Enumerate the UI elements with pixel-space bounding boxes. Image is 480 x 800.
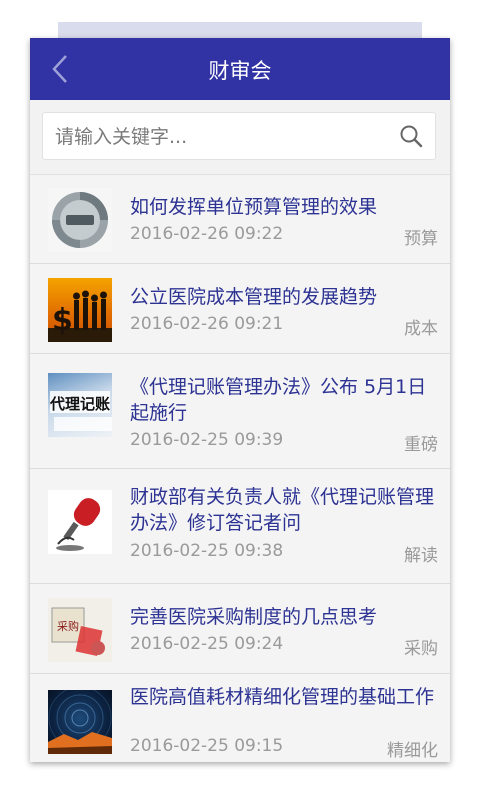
article-tag: 重磅 [404,435,438,455]
list-item[interactable]: $ 公立医院成本管理的发展趋势 2016-02-26 09:21 成本 [30,264,450,354]
article-list: 如何发挥单位预算管理的效果 2016-02-26 09:22 预算 $ 公立医院… [30,175,450,762]
article-title[interactable]: 医院高值耗材精细化管理的基础工作 [130,684,438,710]
article-tag: 解读 [404,546,438,566]
thumbnail-label: 采购 [57,619,79,633]
article-date: 2016-02-25 09:15 [130,736,284,756]
search-icon[interactable] [399,124,423,148]
svg-text:$: $ [52,303,73,338]
search-bar [30,100,450,175]
article-tag: 精细化 [387,741,438,761]
list-item[interactable]: 采购 完善医院采购制度的几点思考 2016-02-25 09:24 采购 [30,584,450,674]
article-thumbnail [48,690,112,754]
article-tag: 成本 [404,319,438,339]
page-title: 财审会 [208,59,272,83]
article-thumbnail: 代理记账 [48,373,112,437]
search-box[interactable] [42,112,436,161]
list-item[interactable]: 医院高值耗材精细化管理的基础工作 2016-02-25 09:15 精细化 [30,674,450,762]
article-date: 2016-02-25 09:24 [130,634,284,654]
article-date: 2016-02-26 09:21 [130,314,284,334]
article-tag: 预算 [404,229,438,249]
search-input[interactable] [53,113,387,161]
article-thumbnail [48,490,112,554]
app-screen: 财审会 如何发挥单位预算管理的效果 2016-02-2 [30,38,450,762]
article-tag: 采购 [404,639,438,659]
article-title[interactable]: 财政部有关负责人就《代理记账管理办法》修订答记者问 [130,484,438,536]
article-date: 2016-02-25 09:38 [130,541,284,561]
app-header: 财审会 [30,38,450,100]
article-title[interactable]: 《代理记账管理办法》公布 5月1日起施行 [130,374,438,426]
article-title[interactable]: 公立医院成本管理的发展趋势 [130,284,438,310]
list-item[interactable]: 财政部有关负责人就《代理记账管理办法》修订答记者问 2016-02-25 09:… [30,469,450,584]
list-item[interactable]: 如何发挥单位预算管理的效果 2016-02-26 09:22 预算 [30,175,450,264]
article-date: 2016-02-26 09:22 [130,224,284,244]
article-title[interactable]: 完善医院采购制度的几点思考 [130,604,438,630]
article-thumbnail: 采购 [48,598,112,662]
article-date: 2016-02-25 09:39 [130,430,284,450]
article-thumbnail [48,188,112,252]
thumbnail-label: 代理记账 [49,395,110,413]
article-thumbnail: $ [48,278,112,342]
article-title[interactable]: 如何发挥单位预算管理的效果 [130,194,438,220]
list-item[interactable]: 代理记账 《代理记账管理办法》公布 5月1日起施行 2016-02-25 09:… [30,354,450,469]
